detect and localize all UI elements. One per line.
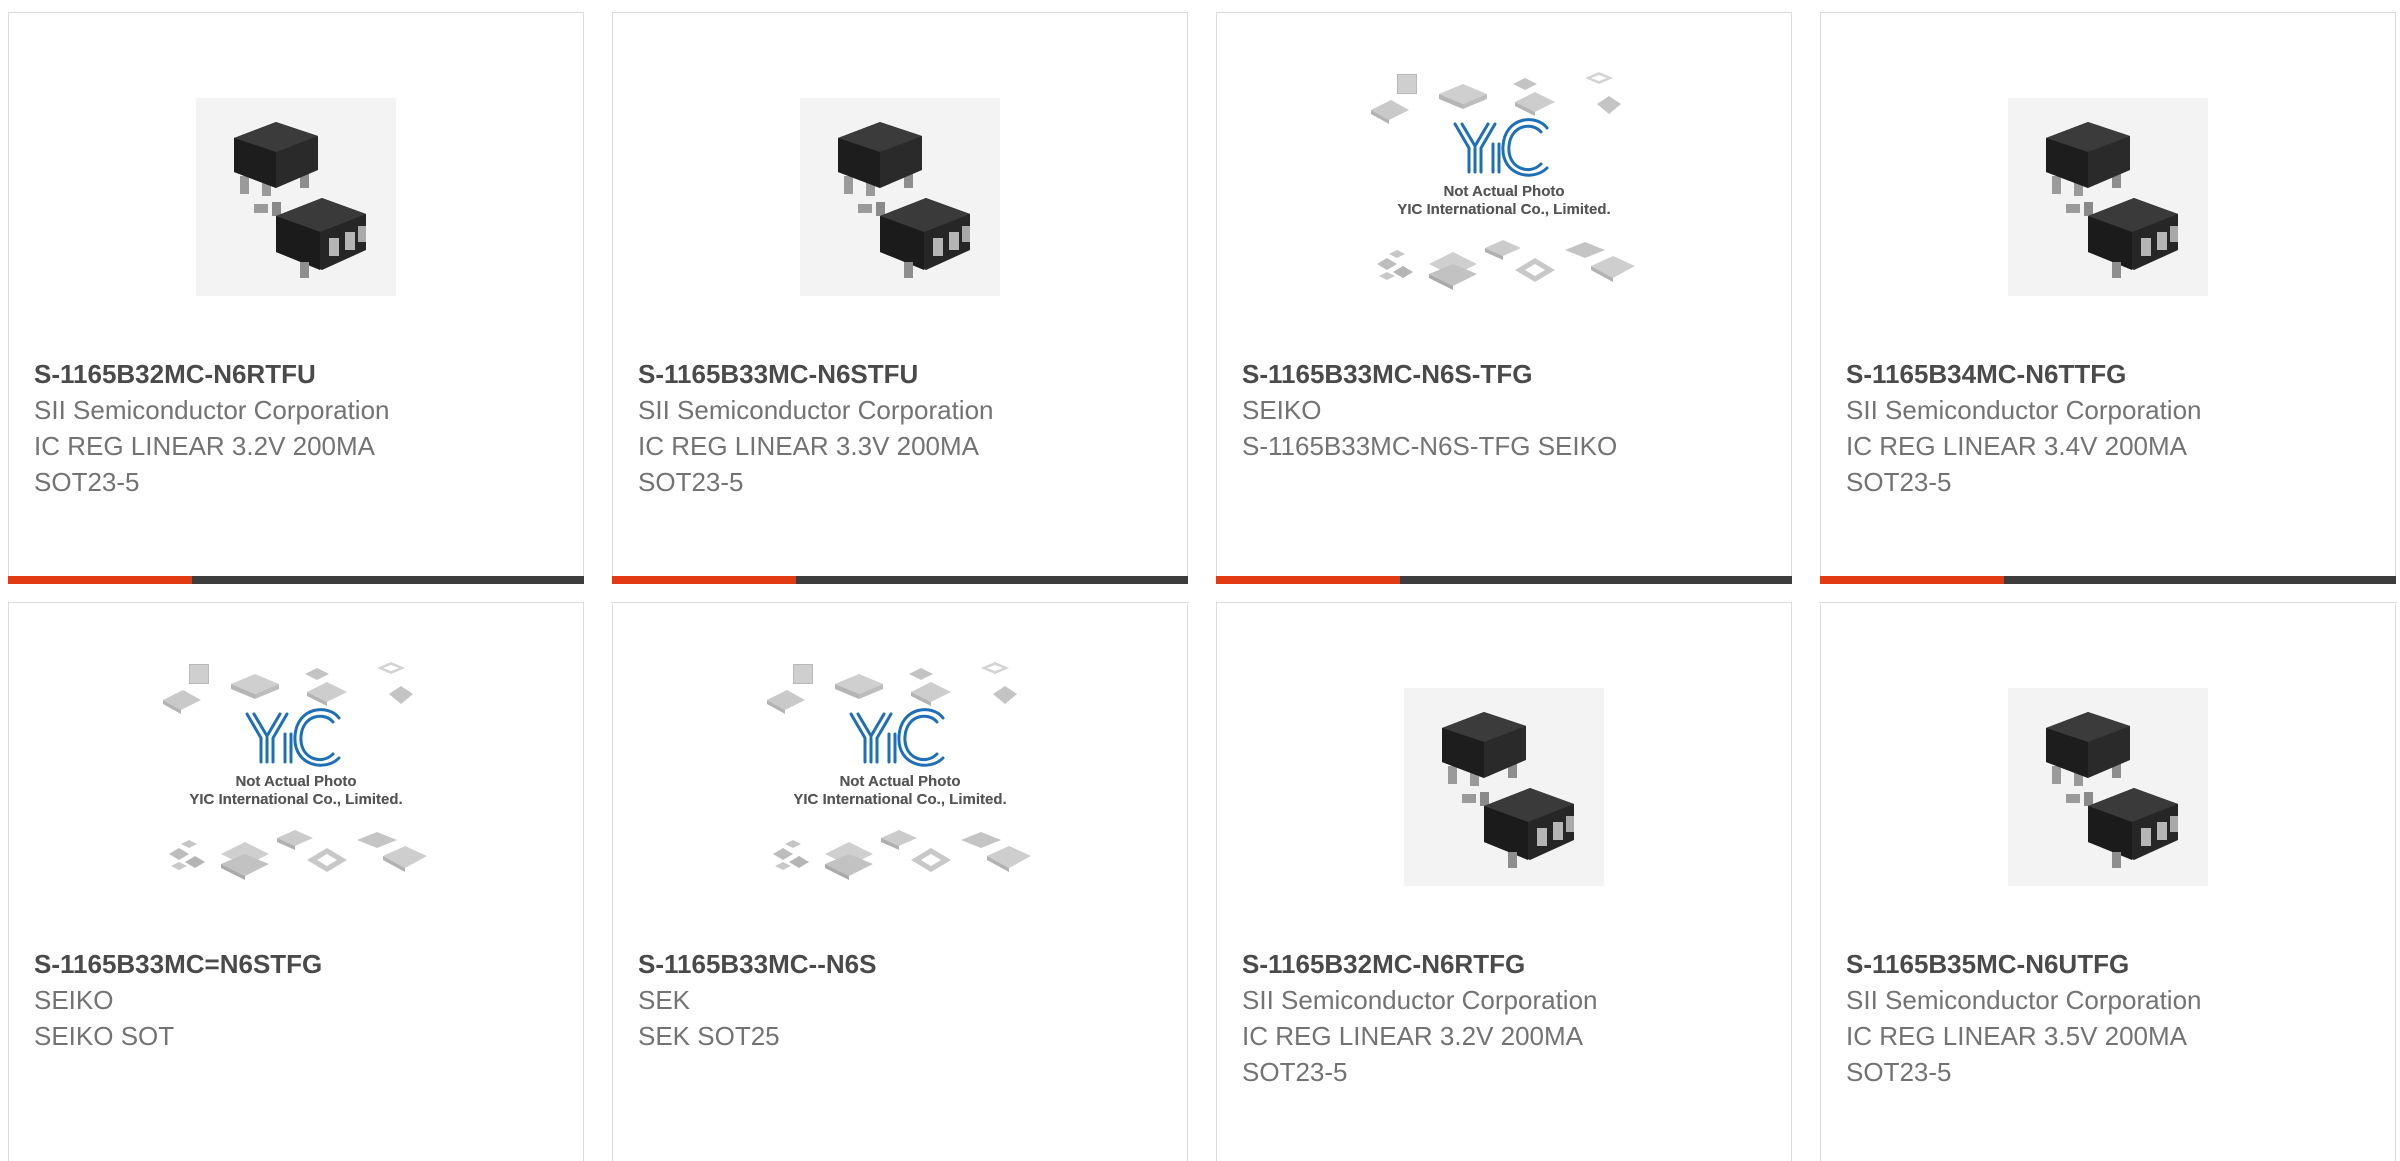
part-number-link[interactable]: S-1165B34MC-N6TTFG xyxy=(1846,356,2375,392)
card-accent-bar xyxy=(612,576,796,584)
product-info: S-1165B33MC-N6S-TFG SEIKO S-1165B33MC-N6… xyxy=(1242,356,1771,464)
not-actual-photo-placeholder[interactable]: Not Actual Photo YIC International Co., … xyxy=(1369,68,1639,308)
description: SEIKO SOT xyxy=(34,1021,175,1051)
product-card[interactable]: Not Actual Photo YIC International Co., … xyxy=(8,602,584,1161)
chip-photo-image[interactable] xyxy=(196,98,396,296)
chip-photo-image[interactable] xyxy=(800,98,1000,296)
not-actual-photo-placeholder[interactable]: Not Actual Photo YIC International Co., … xyxy=(765,658,1035,898)
product-image[interactable] xyxy=(1821,68,2395,338)
description: S-1165B33MC-N6S-TFG SEIKO xyxy=(1242,431,1618,461)
chip-photo-image[interactable] xyxy=(2008,688,2208,886)
product-info: S-1165B32MC-N6RTFU SII Semiconductor Cor… xyxy=(34,356,563,500)
package: SOT23-5 xyxy=(1846,467,1952,497)
product-image[interactable] xyxy=(1217,658,1791,928)
product-card[interactable]: S-1165B35MC-N6UTFG SII Semiconductor Cor… xyxy=(1820,602,2396,1161)
part-number-link[interactable]: S-1165B33MC--N6S xyxy=(638,946,1167,982)
package: SOT23-5 xyxy=(34,467,140,497)
manufacturer: SII Semiconductor Corporation xyxy=(34,395,390,425)
card-accent-bar xyxy=(8,576,192,584)
description: IC REG LINEAR 3.2V 200MA xyxy=(1242,1021,1584,1051)
package: SOT23-5 xyxy=(1846,1057,1952,1087)
product-card[interactable]: S-1165B33MC-N6STFU SII Semiconductor Cor… xyxy=(612,12,1188,584)
placeholder-caption-1: Not Actual Photo xyxy=(839,773,960,790)
product-image[interactable] xyxy=(1821,658,2395,928)
product-image[interactable]: Not Actual Photo YIC International Co., … xyxy=(9,658,583,928)
not-actual-photo-placeholder[interactable]: Not Actual Photo YIC International Co., … xyxy=(161,658,431,898)
placeholder-caption-2: YIC International Co., Limited. xyxy=(793,791,1006,808)
part-number-link[interactable]: S-1165B32MC-N6RTFG xyxy=(1242,946,1771,982)
card-bottom-bar xyxy=(1820,576,2396,584)
part-number-link[interactable]: S-1165B33MC=N6STFG xyxy=(34,946,563,982)
manufacturer: SII Semiconductor Corporation xyxy=(638,395,994,425)
description: IC REG LINEAR 3.4V 200MA xyxy=(1846,431,2188,461)
product-info: S-1165B33MC-N6STFU SII Semiconductor Cor… xyxy=(638,356,1167,500)
card-bottom-bar xyxy=(8,576,584,584)
part-number-link[interactable]: S-1165B33MC-N6STFU xyxy=(638,356,1167,392)
product-info: S-1165B32MC-N6RTFG SII Semiconductor Cor… xyxy=(1242,946,1771,1090)
placeholder-caption-2: YIC International Co., Limited. xyxy=(189,791,402,808)
card-bottom-bar xyxy=(1216,576,1792,584)
card-accent-bar xyxy=(1216,576,1400,584)
product-image[interactable] xyxy=(613,68,1187,338)
description: IC REG LINEAR 3.2V 200MA xyxy=(34,431,376,461)
manufacturer: SEK xyxy=(638,985,691,1015)
product-image[interactable]: Not Actual Photo YIC International Co., … xyxy=(1217,68,1791,338)
chip-photo-image[interactable] xyxy=(1404,688,1604,886)
placeholder-caption-1: Not Actual Photo xyxy=(235,773,356,790)
product-card[interactable]: S-1165B32MC-N6RTFU SII Semiconductor Cor… xyxy=(8,12,584,584)
product-info: S-1165B33MC=N6STFG SEIKO SEIKO SOT xyxy=(34,946,563,1054)
card-accent-bar xyxy=(1820,576,2004,584)
product-card[interactable]: Not Actual Photo YIC International Co., … xyxy=(1216,12,1792,584)
manufacturer: SII Semiconductor Corporation xyxy=(1846,985,2202,1015)
card-bottom-bar xyxy=(612,576,1188,584)
description: IC REG LINEAR 3.5V 200MA xyxy=(1846,1021,2188,1051)
product-info: S-1165B34MC-N6TTFG SII Semiconductor Cor… xyxy=(1846,356,2375,500)
part-number-link[interactable]: S-1165B33MC-N6S-TFG xyxy=(1242,356,1771,392)
placeholder-caption-1: Not Actual Photo xyxy=(1443,183,1564,200)
product-card[interactable]: S-1165B34MC-N6TTFG SII Semiconductor Cor… xyxy=(1820,12,2396,584)
product-card[interactable]: S-1165B32MC-N6RTFG SII Semiconductor Cor… xyxy=(1216,602,1792,1161)
package: SOT23-5 xyxy=(638,467,744,497)
manufacturer: SEIKO xyxy=(1242,395,1322,425)
product-image[interactable] xyxy=(9,68,583,338)
product-grid: S-1165B32MC-N6RTFU SII Semiconductor Cor… xyxy=(0,0,2400,1161)
chip-photo-image[interactable] xyxy=(2008,98,2208,296)
manufacturer: SII Semiconductor Corporation xyxy=(1846,395,2202,425)
product-info: S-1165B35MC-N6UTFG SII Semiconductor Cor… xyxy=(1846,946,2375,1090)
product-info: S-1165B33MC--N6S SEK SEK SOT25 xyxy=(638,946,1167,1054)
product-image[interactable]: Not Actual Photo YIC International Co., … xyxy=(613,658,1187,928)
description: SEK SOT25 xyxy=(638,1021,780,1051)
description: IC REG LINEAR 3.3V 200MA xyxy=(638,431,980,461)
manufacturer: SII Semiconductor Corporation xyxy=(1242,985,1598,1015)
package: SOT23-5 xyxy=(1242,1057,1348,1087)
product-card[interactable]: Not Actual Photo YIC International Co., … xyxy=(612,602,1188,1161)
part-number-link[interactable]: S-1165B35MC-N6UTFG xyxy=(1846,946,2375,982)
part-number-link[interactable]: S-1165B32MC-N6RTFU xyxy=(34,356,563,392)
manufacturer: SEIKO xyxy=(34,985,114,1015)
placeholder-caption-2: YIC International Co., Limited. xyxy=(1397,201,1610,218)
